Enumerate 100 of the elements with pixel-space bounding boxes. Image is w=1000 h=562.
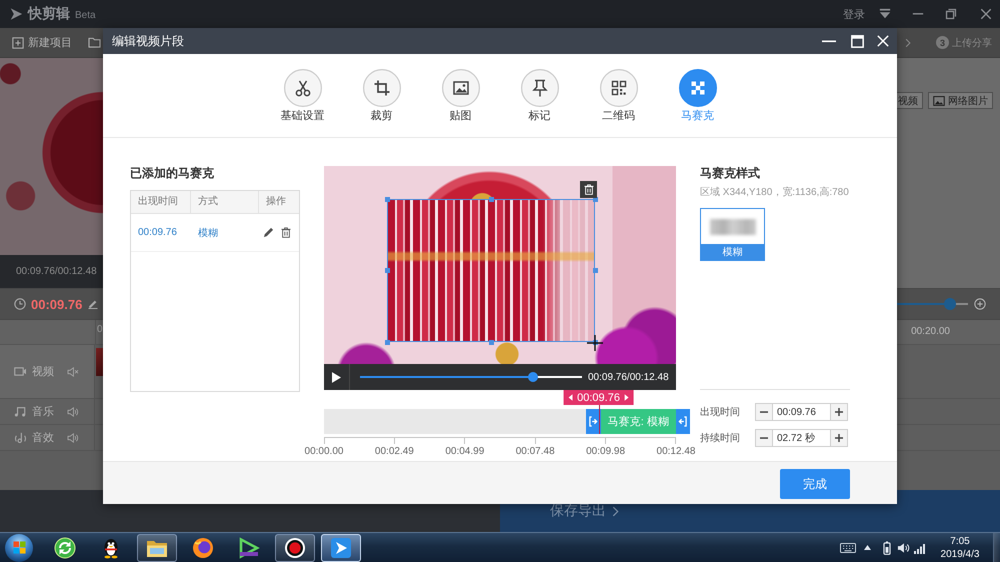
music-note-icon: [14, 406, 27, 417]
step-number: 3: [936, 36, 949, 49]
time-cell[interactable]: 00:09.76: [131, 227, 177, 238]
restore-icon[interactable]: [945, 8, 957, 20]
taskbar-button[interactable]: [137, 534, 177, 562]
region-info: 区域 X344,Y180，宽:1136,高:780: [700, 187, 850, 199]
zoom-in-icon[interactable]: [974, 298, 986, 310]
field-label: 出现时间: [700, 406, 741, 419]
circular-arrows-icon: [54, 536, 76, 558]
mosaic-selection[interactable]: [384, 196, 598, 345]
login-link[interactable]: 登录: [843, 6, 865, 22]
play-logo-icon: [9, 7, 23, 21]
tool-tab[interactable]: 二维码: [579, 69, 658, 125]
keyboard-icon[interactable]: [840, 542, 856, 554]
increment-button[interactable]: [830, 403, 848, 421]
section-title: 马赛克样式: [700, 166, 761, 180]
record-icon: [284, 536, 306, 558]
right-arrow-icon: [624, 394, 629, 401]
trim-end-handle[interactable]: [676, 409, 690, 434]
globe-icon: [192, 536, 214, 558]
triangle-logo-icon: [238, 536, 260, 558]
tool-tab[interactable]: 标记: [500, 69, 579, 125]
pin-icon: [520, 69, 558, 107]
upload-share-step[interactable]: 上传分享: [952, 36, 992, 50]
tool-tab[interactable]: 裁剪: [342, 69, 421, 125]
chevron-right-icon: [612, 506, 619, 516]
time-tick-label: 00:00.00: [304, 446, 344, 457]
app-logo: 快剪辑: [28, 5, 70, 23]
plus-icon: [835, 434, 843, 442]
tool-tab[interactable]: 马赛克: [658, 69, 737, 125]
tool-tab[interactable]: 贴图: [421, 69, 500, 125]
style-option[interactable]: 模糊: [700, 208, 765, 261]
increment-button[interactable]: [830, 429, 848, 447]
playback-time: 00:09.76/00:12.48: [588, 372, 669, 382]
slider-thumb[interactable]: [944, 298, 956, 310]
decrement-button[interactable]: [755, 403, 773, 421]
media-button[interactable]: 视频: [897, 92, 923, 109]
trim-start-handle[interactable]: [586, 409, 601, 434]
clock-time: 7:05: [950, 534, 970, 548]
taskbar-button[interactable]: [321, 534, 361, 562]
column-header: 操作: [265, 195, 287, 209]
image-icon: [933, 96, 945, 106]
trash-icon[interactable]: [281, 227, 291, 238]
crosshair-icon: [587, 335, 603, 351]
left-arrow-icon: [568, 394, 572, 401]
zoom-slider[interactable]: [896, 298, 968, 310]
progress-slider[interactable]: [360, 372, 582, 382]
dropdown-icon[interactable]: [879, 8, 891, 20]
speaker-icon[interactable]: [67, 406, 79, 416]
image-icon: [442, 69, 480, 107]
delete-button[interactable]: [580, 181, 597, 198]
speaker-icon[interactable]: [67, 432, 79, 442]
volume-icon[interactable]: [897, 542, 910, 554]
current-time: 00:09.76: [31, 296, 82, 312]
beta-label: Beta: [75, 10, 96, 21]
decrement-button[interactable]: [755, 429, 773, 447]
clock-icon: [14, 298, 26, 310]
chevron-right-icon: [905, 38, 911, 48]
track-label: 视频: [32, 365, 55, 379]
style-label: 模糊: [701, 244, 764, 260]
playhead-time: 00:09.76: [577, 392, 620, 404]
close-icon[interactable]: [980, 8, 992, 20]
folder-icon[interactable]: [88, 37, 101, 48]
ruler-label: 0: [97, 324, 103, 337]
blur-thumbnail: [710, 218, 756, 234]
battery-icon[interactable]: [883, 540, 891, 554]
add-box-icon: [12, 36, 24, 48]
mosaic-segment[interactable]: 马赛克: 模糊: [586, 409, 690, 434]
time-input[interactable]: 02.72 秒: [773, 429, 830, 447]
pencil-icon[interactable]: [263, 227, 274, 238]
field-label: 持续时间: [700, 432, 741, 445]
tool-tab[interactable]: 基础设置: [263, 69, 342, 125]
bracket-arrow-icon: [588, 416, 598, 427]
time-tick-label: 00:12.48: [656, 446, 696, 457]
time-input[interactable]: 00:09.76: [773, 403, 830, 421]
done-button[interactable]: 完成: [780, 469, 850, 499]
column-header: 出现时间: [131, 191, 191, 213]
taskbar-button[interactable]: [275, 534, 315, 562]
new-project-button[interactable]: 新建项目: [12, 35, 72, 50]
media-button[interactable]: 网络图片: [928, 92, 993, 109]
signal-icon[interactable]: [914, 542, 926, 554]
progress-thumb[interactable]: [528, 372, 538, 382]
mode-cell[interactable]: 模糊: [191, 226, 218, 240]
crop-icon: [362, 69, 400, 107]
edit-icon[interactable]: [88, 299, 98, 309]
qr-code-icon: [600, 69, 638, 107]
time-tick-label: 00:02.49: [374, 446, 414, 457]
expand-tray-icon[interactable]: [864, 545, 871, 550]
maximize-icon[interactable]: [851, 34, 864, 48]
start-button[interactable]: [5, 534, 33, 562]
preview-time: 00:09.76/00:12.48: [0, 255, 103, 288]
segment-label: 马赛克: 模糊: [608, 414, 669, 429]
section-title: 已添加的马赛克: [130, 166, 215, 180]
track-label: 音效: [32, 430, 55, 445]
bracket-arrow-icon: [678, 416, 688, 427]
play-icon: [332, 372, 341, 382]
playhead-handle[interactable]: 00:09.76: [563, 390, 634, 405]
time-tick-label: 00:09.98: [586, 446, 626, 457]
dialog-title: 编辑视频片段: [112, 32, 184, 50]
track-label: 音乐: [32, 404, 55, 419]
